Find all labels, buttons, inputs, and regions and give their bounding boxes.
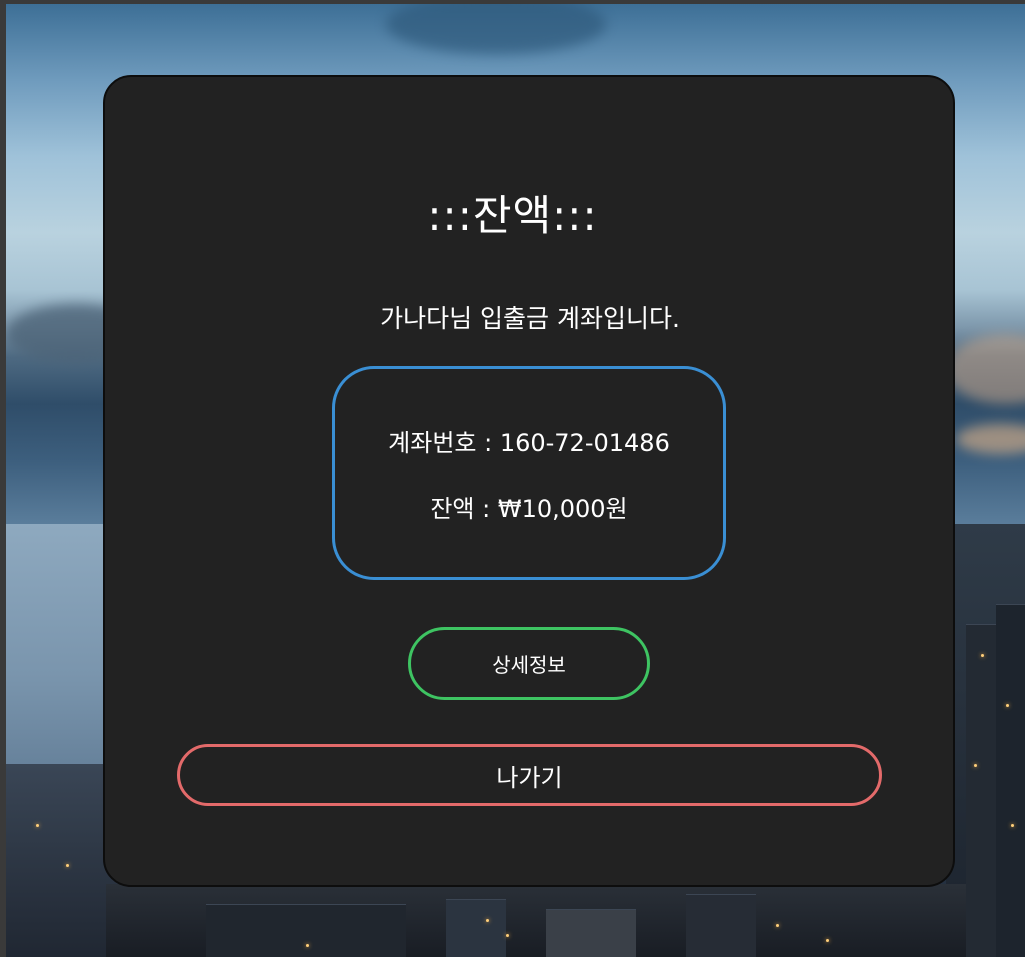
window-left-border (0, 0, 6, 957)
account-info-box: 계좌번호 : 160-72-01486 잔액 : ₩10,000원 (332, 366, 726, 580)
exit-button[interactable]: 나가기 (177, 744, 882, 806)
balance-text: 잔액 : ₩10,000원 (430, 495, 628, 523)
account-owner-subtitle: 가나다님 입출금 계좌입니다. (380, 304, 680, 333)
app-window: :::잔액::: 가나다님 입출금 계좌입니다. 계좌번호 : 160-72-0… (0, 0, 1025, 957)
account-number-text: 계좌번호 : 160-72-01486 (388, 429, 670, 457)
page-title: :::잔액::: (427, 191, 598, 240)
detail-button[interactable]: 상세정보 (408, 627, 650, 700)
window-top-border (0, 0, 1025, 4)
